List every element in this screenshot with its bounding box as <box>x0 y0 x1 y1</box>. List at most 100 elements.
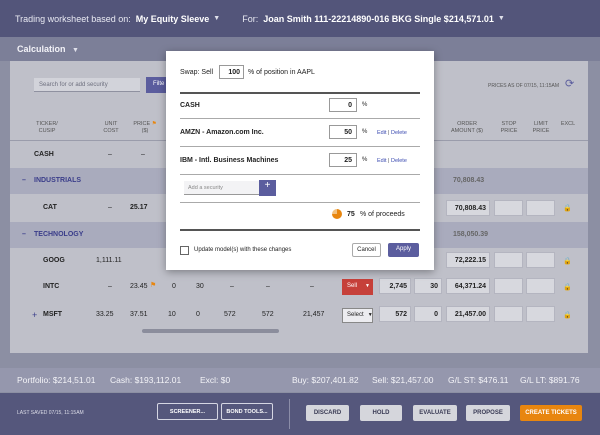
col-limit-price[interactable]: LIMIT PRICE <box>527 121 555 135</box>
gl-lt-total: G/L LT: $891.76 <box>520 375 580 385</box>
col-excl[interactable]: EXCL <box>558 121 578 128</box>
screener-button[interactable]: SCREENER... <box>157 403 218 420</box>
proceeds-value: 75 <box>347 211 355 218</box>
add-security-button[interactable]: + <box>259 180 276 196</box>
quantity2-field[interactable]: 30 <box>414 278 442 294</box>
order-amount-field[interactable]: 70,808.43 <box>446 200 490 216</box>
stop-price-field[interactable] <box>494 278 523 294</box>
bond-tools-button[interactable]: BOND TOOLS... <box>221 403 273 420</box>
chevron-down-icon[interactable]: ▼ <box>213 15 220 22</box>
edit-link[interactable]: Edit <box>377 158 386 164</box>
account-select[interactable]: Joan Smith 111-22214890-016 BKG Single $… <box>263 14 494 24</box>
apply-button[interactable]: Apply <box>388 243 419 257</box>
stop-price-field[interactable] <box>494 306 523 322</box>
price: – <box>141 151 145 158</box>
lock-icon[interactable]: 🔒 <box>563 204 572 212</box>
group-label: INDUSTRIALS <box>34 177 82 184</box>
order-amount-field[interactable]: 72,222.15 <box>446 252 490 268</box>
unit-cost: – <box>108 151 112 158</box>
col-price[interactable]: PRICE ⚑ ($) <box>130 121 160 135</box>
swap-item-percent-field[interactable]: 0 <box>329 98 357 112</box>
unit-cost: 33.25 <box>96 311 114 318</box>
stop-price-field[interactable] <box>494 200 523 216</box>
col5-value: 572 <box>224 311 236 318</box>
limit-price-field[interactable] <box>526 200 555 216</box>
horizontal-scrollbar[interactable] <box>142 329 279 333</box>
unit-cost: – <box>108 283 112 290</box>
percent-sign: % <box>362 129 368 135</box>
summary-bar: Portfolio: $214,51.01 Cash: $193,112.01 … <box>0 368 600 392</box>
excl-total: Excl: $0 <box>200 375 231 385</box>
order-amount-field[interactable]: 64,371.24 <box>446 278 490 294</box>
top-bar: Trading worksheet based on: My Equity Sl… <box>0 0 600 37</box>
update-model-checkbox[interactable] <box>180 246 189 255</box>
collapse-icon[interactable]: – <box>22 177 26 184</box>
divider <box>180 174 420 175</box>
col-unit-cost[interactable]: UNIT COST <box>96 121 126 135</box>
action-select-sell[interactable]: Sell ▼ <box>342 279 373 295</box>
unit-cost: 1,111.11 <box>96 257 122 264</box>
pie-chart-icon <box>332 209 342 219</box>
footer-divider <box>289 399 290 429</box>
add-security-input[interactable]: Add a security <box>184 181 259 195</box>
quantity-field[interactable]: 572 <box>379 306 411 322</box>
hold-button[interactable]: HOLD <box>360 405 402 421</box>
stop-price-field[interactable] <box>494 252 523 268</box>
limit-price-field[interactable] <box>526 306 555 322</box>
ticker-intc: INTC <box>43 283 60 290</box>
refresh-icon[interactable]: ⟳ <box>565 77 574 90</box>
lock-icon[interactable]: 🔒 <box>563 257 572 265</box>
divider <box>180 229 420 231</box>
swap-item-percent-field[interactable]: 50 <box>329 125 357 139</box>
col-ticker[interactable]: TICKER/CUSIP <box>32 121 62 135</box>
expand-icon[interactable]: + <box>32 310 37 320</box>
divider <box>180 92 420 94</box>
quantity2-field[interactable]: 0 <box>414 306 442 322</box>
worksheet-select[interactable]: My Equity Sleeve <box>136 14 210 24</box>
col4-value: 0 <box>196 311 200 318</box>
swap-item-name: CASH <box>180 102 200 109</box>
footer-actions: LAST SAVED 07/15, 11:15AM SCREENER... BO… <box>0 393 600 435</box>
create-tickets-button[interactable]: CREATE TICKETS <box>520 405 582 421</box>
action-select[interactable]: Select ▼ <box>342 308 373 323</box>
discard-button[interactable]: DISCARD <box>306 405 349 421</box>
lock-icon[interactable]: 🔒 <box>563 311 572 319</box>
col-order-amount[interactable]: ORDER AMOUNT ($) <box>446 121 488 135</box>
evaluate-button[interactable]: EVALUATE <box>413 405 457 421</box>
group-label: TECHNOLOGY <box>34 231 84 238</box>
cancel-button[interactable]: Cancel <box>352 243 381 257</box>
propose-button[interactable]: PROPOSE <box>466 405 510 421</box>
chevron-down-icon: ▼ <box>365 283 370 289</box>
ticker-goog: GOOG <box>43 257 65 264</box>
order-amount-field[interactable]: 21,457.00 <box>446 306 490 322</box>
col6-value: – <box>266 283 270 290</box>
search-input[interactable]: Search for or add security <box>34 78 140 92</box>
col6-value: 572 <box>262 311 274 318</box>
ticker-cash: CASH <box>34 151 54 158</box>
divider <box>180 118 420 119</box>
edit-link[interactable]: Edit <box>377 130 386 136</box>
swap-percent-field[interactable]: 100 <box>219 65 244 79</box>
divider <box>180 202 420 203</box>
delete-link[interactable]: Delete <box>391 130 407 136</box>
chevron-down-icon[interactable]: ▼ <box>498 15 505 22</box>
swap-dialog: Swap: Sell 100 % of position in AAPL CAS… <box>166 51 434 270</box>
calculation-label: Calculation <box>17 44 66 54</box>
lock-icon[interactable]: 🔒 <box>563 283 572 291</box>
cash-total: Cash: $193,112.01 <box>110 375 182 385</box>
limit-price-field[interactable] <box>526 278 555 294</box>
quantity-field[interactable]: 2,745 <box>379 278 411 294</box>
table-row-msft: + MSFT 33.25 37.51 10 0 572 572 21,457 S… <box>10 306 588 326</box>
price: 37.51 <box>130 311 148 318</box>
col7-value: – <box>310 283 314 290</box>
collapse-icon[interactable]: – <box>22 231 26 238</box>
gl-st-total: G/L ST: $476.11 <box>448 375 509 385</box>
swap-item-percent-field[interactable]: 25 <box>329 153 357 167</box>
portfolio-total: Portfolio: $214,51.01 <box>17 375 96 385</box>
limit-price-field[interactable] <box>526 252 555 268</box>
ticker-cat: CAT <box>43 204 57 211</box>
col-stop-price[interactable]: STOP PRICE <box>495 121 523 135</box>
link-separator: | <box>388 158 390 164</box>
col7-value: 21,457 <box>303 311 325 318</box>
delete-link[interactable]: Delete <box>391 158 407 164</box>
